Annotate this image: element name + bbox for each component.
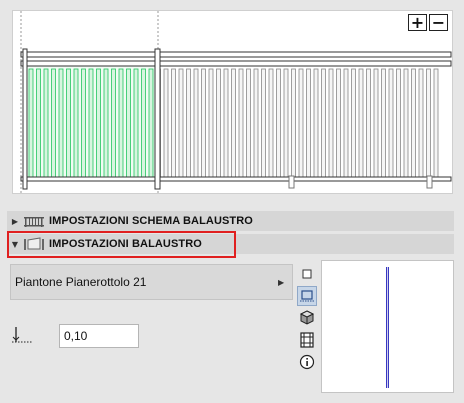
baluster xyxy=(321,68,326,178)
baluster-selected xyxy=(73,68,79,178)
post-view-icon xyxy=(300,290,314,302)
baluster-selected xyxy=(141,68,146,178)
square-view-button[interactable] xyxy=(297,264,317,284)
baluster xyxy=(186,68,191,178)
balustrade-panel-icon xyxy=(24,237,44,250)
baluster xyxy=(276,68,281,178)
zoom-controls: + − xyxy=(408,14,448,31)
baluster xyxy=(178,68,184,178)
post-stub xyxy=(426,175,433,189)
expand-arrow-icon[interactable]: ▶ xyxy=(7,217,23,226)
baluster xyxy=(291,68,296,178)
baluster xyxy=(306,68,311,178)
view-toolbar xyxy=(297,264,319,374)
bottom-rail xyxy=(20,176,452,182)
baluster-selected xyxy=(118,68,124,178)
baluster xyxy=(336,68,341,178)
baluster xyxy=(231,68,236,178)
baluster-selected xyxy=(66,68,71,178)
baluster xyxy=(373,68,379,178)
baluster xyxy=(163,68,169,178)
elevation-view-button[interactable] xyxy=(297,330,317,350)
baluster-selected xyxy=(148,68,154,178)
baluster xyxy=(253,68,259,178)
railing-pattern-icon xyxy=(24,217,44,227)
post-middle xyxy=(154,48,161,190)
post-stub xyxy=(288,175,295,189)
post-left xyxy=(22,48,28,190)
info-icon xyxy=(299,354,315,370)
baluster xyxy=(298,68,304,178)
baluster xyxy=(418,68,424,178)
baluster xyxy=(261,68,266,178)
railing-preview-drawing xyxy=(20,11,452,195)
baluster xyxy=(396,68,401,178)
post-preview xyxy=(321,260,454,393)
baluster xyxy=(388,68,394,178)
baluster-selected xyxy=(81,68,86,178)
baluster xyxy=(426,68,431,178)
baluster-selected xyxy=(133,68,139,178)
baluster-selected xyxy=(51,68,56,178)
baluster-type-value: Piantone Pianerottolo 21 xyxy=(15,275,147,289)
baluster xyxy=(403,68,409,178)
baluster-selected xyxy=(43,68,49,178)
offset-icon xyxy=(12,327,33,343)
baluster xyxy=(208,68,214,178)
baluster xyxy=(351,68,356,178)
baluster-selected xyxy=(103,68,109,178)
section-label: IMPOSTAZIONI BALAUSTRO xyxy=(49,238,202,250)
film-strip-icon xyxy=(300,332,314,348)
chevron-right-icon: ▶ xyxy=(278,277,285,287)
baluster xyxy=(328,68,334,178)
post-view-button[interactable] xyxy=(297,286,317,306)
baluster-selected xyxy=(126,68,131,178)
baluster-selected xyxy=(28,68,34,178)
section-balustrade-settings[interactable]: ▼ IMPOSTAZIONI BALAUSTRO xyxy=(7,234,454,254)
baluster xyxy=(201,68,206,178)
baluster-type-dropdown[interactable]: Piantone Pianerottolo 21 ▶ xyxy=(10,264,293,300)
info-button[interactable] xyxy=(297,352,317,372)
baluster xyxy=(216,68,221,178)
baluster xyxy=(238,68,244,178)
collapse-arrow-icon[interactable]: ▼ xyxy=(7,240,23,249)
baluster xyxy=(433,68,439,178)
zoom-in-button[interactable]: + xyxy=(408,14,427,31)
zoom-out-button[interactable]: − xyxy=(429,14,448,31)
3d-view-button[interactable] xyxy=(297,308,317,328)
baluster-selected xyxy=(111,68,116,178)
railing-preview: + − xyxy=(12,10,453,195)
top-rail xyxy=(20,51,452,58)
baluster xyxy=(193,68,199,178)
handrail xyxy=(20,60,452,67)
baluster-selected xyxy=(58,68,64,178)
baluster xyxy=(283,68,289,178)
post-shape xyxy=(386,267,389,388)
baluster xyxy=(246,68,251,178)
baluster xyxy=(381,68,386,178)
section-balustrade-pattern[interactable]: ▶ IMPOSTAZIONI SCHEMA BALAUSTRO xyxy=(7,211,454,231)
baluster-selected xyxy=(88,68,94,178)
cube-icon xyxy=(299,310,315,325)
offset-field[interactable] xyxy=(59,324,139,348)
baluster xyxy=(366,68,371,178)
baluster xyxy=(343,68,349,178)
baluster xyxy=(268,68,274,178)
baluster xyxy=(223,68,229,178)
baluster xyxy=(313,68,319,178)
baluster xyxy=(411,68,416,178)
section-label: IMPOSTAZIONI SCHEMA BALAUSTRO xyxy=(49,215,253,227)
square-icon xyxy=(302,269,312,279)
baluster xyxy=(171,68,176,178)
baluster-selected xyxy=(96,68,101,178)
baluster-selected xyxy=(36,68,41,178)
baluster xyxy=(358,68,364,178)
